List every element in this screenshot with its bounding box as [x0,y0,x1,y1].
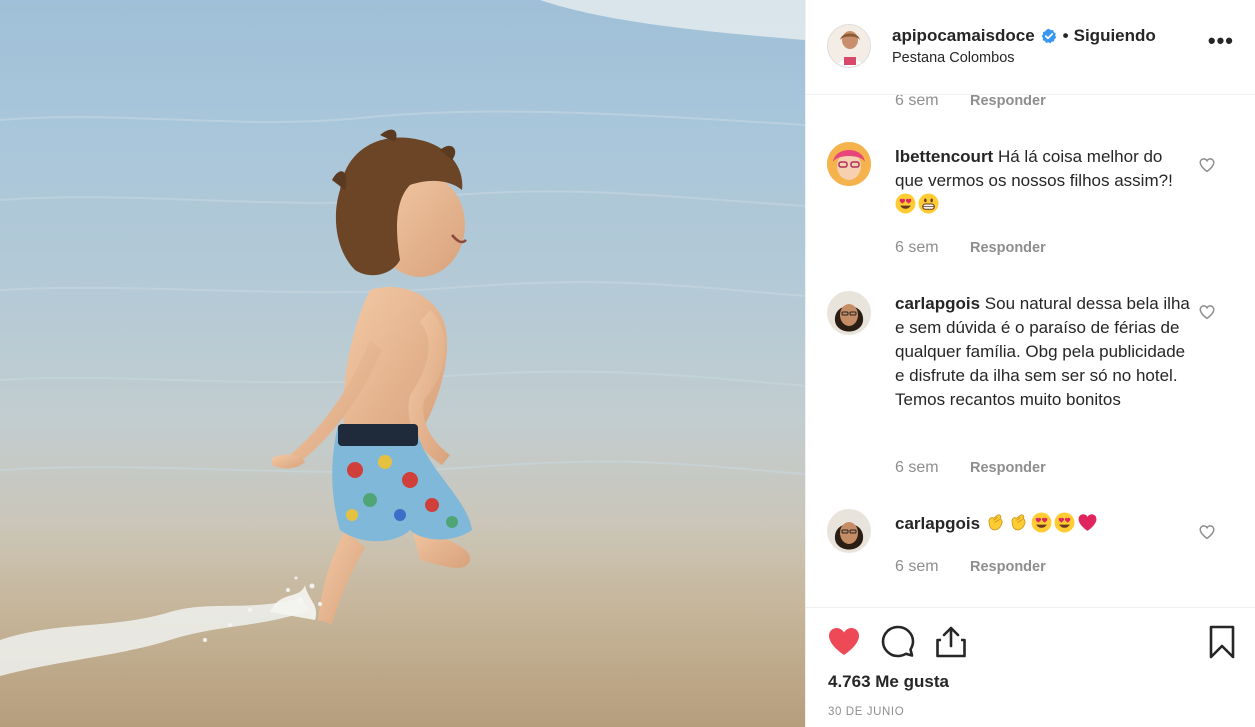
comments-list[interactable]: 6 sem Responder lbettencourt Há lá coisa… [806,95,1255,607]
post-side-panel: apipocamaisdoce • Siguiendo Pestana Colo… [805,0,1255,727]
comment-body: carlapgois [895,512,1195,536]
post-location[interactable]: Pestana Colombos [892,50,1015,66]
commenter-avatar[interactable] [827,291,871,335]
post-header: apipocamaisdoce • Siguiendo Pestana Colo… [806,0,1255,95]
comment-body: carlapgois Sou natural dessa bela ilha e… [895,292,1195,412]
post-photo[interactable] [0,0,805,727]
comment-username[interactable]: lbettencourt [895,147,993,166]
red-heart-emoji-icon [1078,514,1097,531]
reply-button[interactable]: Responder [970,559,1046,575]
author-avatar[interactable] [827,24,871,68]
more-options-icon[interactable]: ••• [1208,30,1234,52]
beach-photo-illustration [0,0,805,727]
post-actions: 4.763 Me gusta 30 DE JUNIO [806,607,1255,727]
bookmark-icon[interactable] [1204,624,1240,660]
reply-button[interactable]: Responder [970,240,1046,256]
share-icon[interactable] [933,624,969,660]
verified-badge-icon [1041,28,1056,44]
comment-emojis [985,512,1100,533]
comment-meta: 6 sem Responder [895,95,1046,110]
comment-time[interactable]: 6 sem [895,459,970,477]
heart-eyes-emoji-icon [895,193,916,214]
likes-count[interactable]: 4.763 Me gusta [828,672,949,692]
like-comment-heart-icon[interactable] [1198,303,1216,321]
like-comment-heart-icon[interactable] [1198,156,1216,174]
author-username[interactable]: apipocamaisdoce [892,26,1035,46]
reply-button[interactable]: Responder [970,95,1046,109]
header-dot: • [1062,26,1069,45]
comment-username[interactable]: carlapgois [895,294,980,313]
comment-meta: 6 sem Responder [895,558,1046,576]
grin-emoji-icon [918,193,939,214]
comment-username[interactable]: carlapgois [895,514,980,533]
heart-filled-icon[interactable] [826,624,862,660]
heart-eyes-emoji-icon [1054,512,1075,533]
heart-eyes-emoji-icon [1031,512,1052,533]
commenter-avatar[interactable] [827,509,871,553]
comment-meta: 6 sem Responder [895,459,1046,477]
reply-button[interactable]: Responder [970,460,1046,476]
clapping-hands-emoji-icon [1011,514,1026,531]
comment-body: lbettencourt Há lá coisa melhor do que v… [895,145,1195,217]
comment-time[interactable]: 6 sem [895,95,970,110]
header-line: apipocamaisdoce • Siguiendo [892,26,1156,46]
comment-time[interactable]: 6 sem [895,558,970,576]
comment-emojis [895,193,941,214]
commenter-avatar[interactable] [827,142,871,186]
like-comment-heart-icon[interactable] [1198,523,1216,541]
clapping-hands-emoji-icon [988,514,1003,531]
comment-bubble-icon[interactable] [880,624,916,660]
post-date[interactable]: 30 DE JUNIO [828,706,904,718]
comment-time[interactable]: 6 sem [895,239,970,257]
following-button[interactable]: Siguiendo [1074,26,1156,46]
comment-meta: 6 sem Responder [895,239,1046,257]
